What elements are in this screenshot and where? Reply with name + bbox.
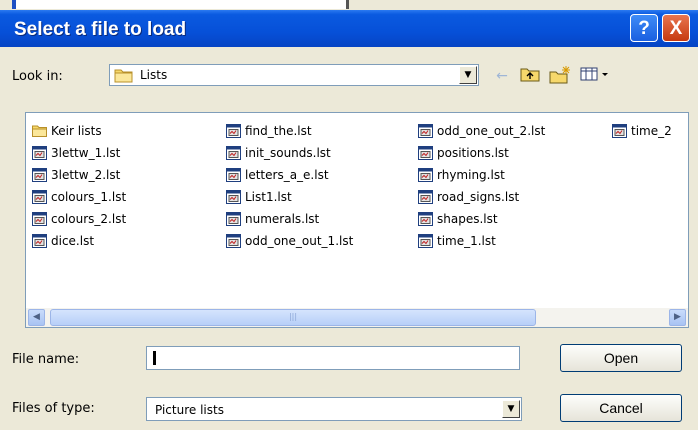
file-name: numerals.lst: [245, 212, 320, 226]
file-column: find_the.lst init_sounds.lst letters_a_e.l…: [226, 120, 353, 252]
list-file-icon: [32, 212, 47, 226]
list-file-icon: [418, 234, 433, 248]
new-folder-icon[interactable]: [548, 66, 572, 86]
look-in-dropdown[interactable]: Lists ▼: [109, 64, 479, 86]
list-file-icon: [226, 124, 241, 138]
folder-icon: [32, 124, 47, 138]
file-item[interactable]: init_sounds.lst: [226, 142, 353, 164]
scroll-right-icon[interactable]: ▶: [669, 309, 686, 326]
list-file-icon: [226, 168, 241, 182]
up-folder-icon[interactable]: [518, 66, 542, 86]
file-name: road_signs.lst: [437, 190, 520, 204]
file-item[interactable]: time_2: [612, 120, 672, 142]
list-file-icon: [226, 146, 241, 160]
help-button[interactable]: ?: [630, 14, 658, 42]
back-icon[interactable]: ←: [490, 66, 514, 86]
close-button[interactable]: X: [662, 14, 690, 42]
file-name: dice.lst: [51, 234, 95, 248]
file-item[interactable]: 3lettw_1.lst: [32, 142, 126, 164]
list-file-icon: [418, 124, 433, 138]
file-type-value: Picture lists: [155, 403, 224, 417]
file-item[interactable]: shapes.lst: [418, 208, 545, 230]
file-item[interactable]: numerals.lst: [226, 208, 353, 230]
file-item[interactable]: positions.lst: [418, 142, 545, 164]
scroll-left-icon[interactable]: ◀: [28, 309, 45, 326]
dialog-title: Select a file to load: [14, 19, 187, 40]
file-column: time_2: [612, 120, 672, 142]
list-file-icon: [226, 212, 241, 226]
list-file-icon: [612, 124, 627, 138]
file-item[interactable]: time_1.lst: [418, 230, 545, 252]
list-file-icon: [32, 234, 47, 248]
chevron-down-icon[interactable]: ▼: [502, 400, 520, 418]
file-item[interactable]: odd_one_out_1.lst: [226, 230, 353, 252]
list-file-icon: [32, 168, 47, 182]
file-list[interactable]: Keir lists 3lettw_1.lst 3lettw_2.lstcolour…: [25, 112, 689, 328]
file-name: Keir lists: [51, 124, 102, 138]
background-window: [0, 0, 698, 10]
file-item[interactable]: colours_1.lst: [32, 186, 126, 208]
list-file-icon: [418, 190, 433, 204]
scrollbar-thumb[interactable]: |||: [50, 309, 536, 326]
file-item[interactable]: find_the.lst: [226, 120, 353, 142]
file-name: odd_one_out_1.lst: [245, 234, 354, 248]
file-name: shapes.lst: [437, 212, 498, 226]
list-file-icon: [32, 190, 47, 204]
file-name: time_1.lst: [437, 234, 496, 248]
folder-icon: [114, 67, 134, 86]
file-name-label: File name:: [12, 352, 80, 367]
cancel-button[interactable]: Cancel: [560, 394, 682, 422]
list-file-icon: [418, 146, 433, 160]
open-button[interactable]: Open: [560, 344, 682, 372]
view-menu-icon[interactable]: [578, 66, 612, 86]
file-name: 3lettw_2.lst: [51, 168, 121, 182]
file-item[interactable]: rhyming.lst: [418, 164, 545, 186]
file-name-input[interactable]: [146, 346, 520, 370]
file-name: time_2: [631, 124, 672, 138]
file-item[interactable]: letters_a_e.lst: [226, 164, 353, 186]
horizontal-scrollbar[interactable]: ◀ ||| ▶: [26, 308, 688, 327]
file-name: letters_a_e.lst: [245, 168, 329, 182]
background-window-frame: [12, 0, 349, 9]
file-column: odd_one_out_2.lst positions.lst rhyming.ls…: [418, 120, 545, 252]
file-item[interactable]: odd_one_out_2.lst: [418, 120, 545, 142]
file-name: List1.lst: [245, 190, 292, 204]
file-name: colours_2.lst: [51, 212, 127, 226]
look-in-label: Look in:: [12, 69, 63, 84]
file-item[interactable]: List1.lst: [226, 186, 353, 208]
list-file-icon: [418, 168, 433, 182]
file-column: Keir lists 3lettw_1.lst 3lettw_2.lstcolour…: [32, 120, 126, 252]
file-name: rhyming.lst: [437, 168, 505, 182]
list-file-icon: [226, 190, 241, 204]
file-item[interactable]: road_signs.lst: [418, 186, 545, 208]
file-name: odd_one_out_2.lst: [437, 124, 546, 138]
file-name: 3lettw_1.lst: [51, 146, 121, 160]
file-name: find_the.lst: [245, 124, 312, 138]
file-name: positions.lst: [437, 146, 509, 160]
file-item[interactable]: colours_2.lst: [32, 208, 126, 230]
text-caret: [153, 351, 156, 365]
file-type-dropdown[interactable]: Picture lists ▼: [146, 397, 522, 421]
file-item[interactable]: dice.lst: [32, 230, 126, 252]
look-in-value: Lists: [140, 68, 168, 82]
folder-item[interactable]: Keir lists: [32, 120, 126, 142]
list-file-icon: [32, 146, 47, 160]
file-type-label: Files of type:: [12, 401, 95, 416]
list-file-icon: [226, 234, 241, 248]
list-file-icon: [418, 212, 433, 226]
file-name: colours_1.lst: [51, 190, 127, 204]
file-item[interactable]: 3lettw_2.lst: [32, 164, 126, 186]
chevron-down-icon[interactable]: ▼: [459, 66, 477, 84]
file-name: init_sounds.lst: [245, 146, 331, 160]
